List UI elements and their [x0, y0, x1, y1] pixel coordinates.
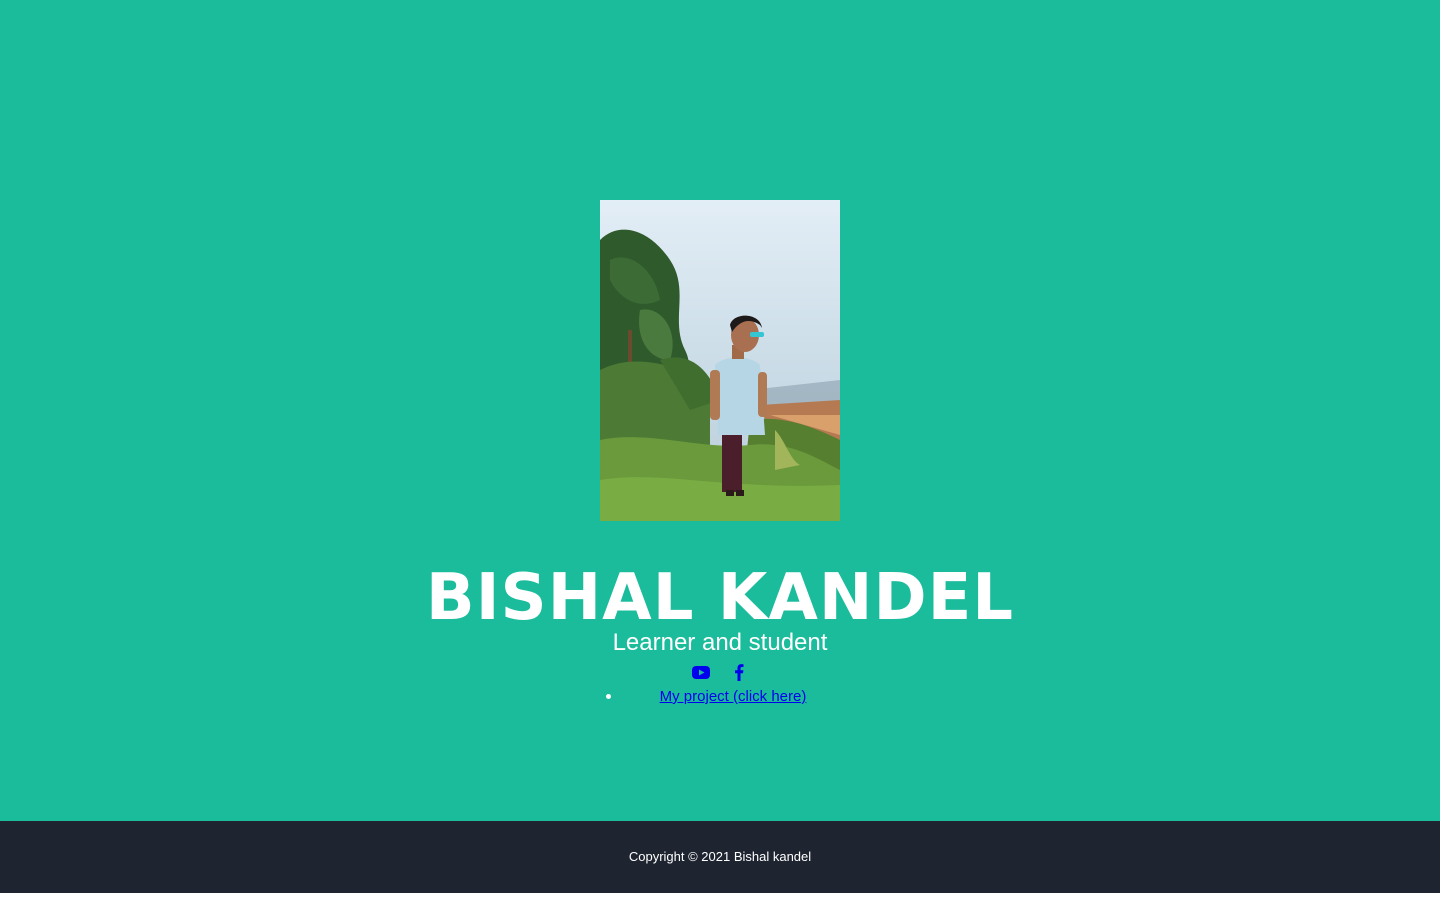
- social-links: [0, 662, 1440, 682]
- profile-photo-image: [600, 200, 840, 521]
- bullet-icon: [605, 694, 611, 699]
- facebook-icon: [735, 663, 744, 681]
- profile-photo: [600, 200, 840, 521]
- footer: Copyright © 2021 Bishal kandel: [0, 821, 1440, 893]
- copyright-text: Copyright © 2021 Bishal kandel: [628, 849, 812, 864]
- project-list: My project (click here): [0, 686, 1440, 708]
- page-title: BISHAL KANDEL: [425, 561, 1015, 635]
- facebook-link[interactable]: [730, 662, 748, 682]
- youtube-icon: [692, 665, 710, 679]
- masthead: BISHAL KANDEL Learner and student My pro…: [0, 0, 1440, 821]
- list-item: My project (click here): [605, 686, 807, 708]
- tagline: Learner and student: [612, 629, 828, 656]
- my-project-link[interactable]: My project (click here): [660, 688, 807, 705]
- youtube-link[interactable]: [692, 662, 710, 682]
